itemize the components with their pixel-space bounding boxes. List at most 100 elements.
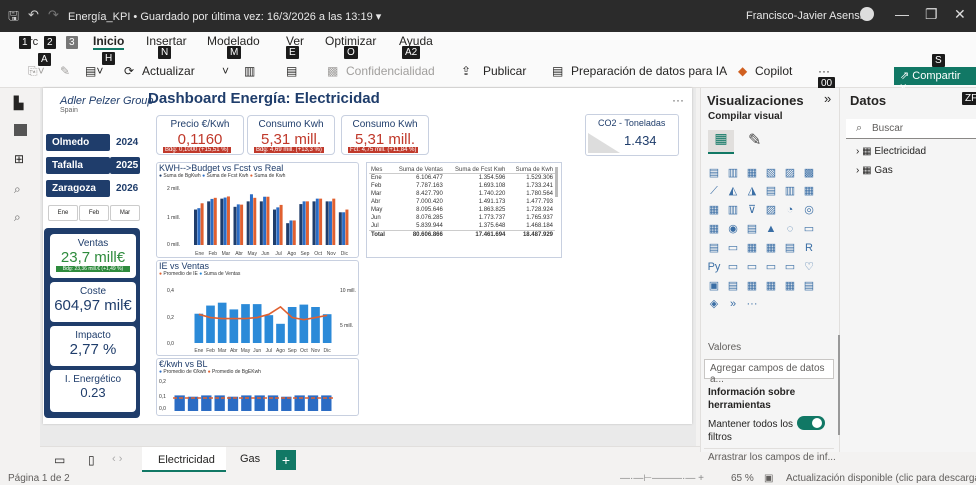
visual-type-icon[interactable]: ⊽ <box>744 203 760 217</box>
visual-type-icon[interactable]: ◈ <box>706 297 722 311</box>
visual-more-button[interactable]: ··· <box>672 93 684 107</box>
visual-type-icon[interactable]: ▣ <box>706 279 722 293</box>
data-source-icon[interactable]: ▤˅ <box>85 64 103 78</box>
publish-icon[interactable]: ⇪ <box>461 64 471 78</box>
visual-type-icon[interactable]: ▧ <box>763 166 779 180</box>
datos-search-input[interactable]: ⌕ Buscar <box>846 119 976 139</box>
visual-type-icon[interactable]: ▤ <box>706 166 722 180</box>
visual-type-icon[interactable]: ▥ <box>725 203 741 217</box>
user-name[interactable]: Francisco-Javier Asensio <box>746 10 868 22</box>
visual-type-icon[interactable]: ▦ <box>706 203 722 217</box>
visual-icon[interactable]: ▥ <box>244 64 255 78</box>
copilot-button[interactable]: Copilot <box>755 64 792 78</box>
visual-type-icon[interactable]: ▭ <box>801 222 817 236</box>
visual-type-icon[interactable]: ▤ <box>763 184 779 198</box>
monthly-table[interactable]: Mes Suma de Ventas Suma de Fcst Kwh Suma de… <box>366 162 562 258</box>
model-view-icon[interactable]: ⊞ <box>14 152 27 166</box>
fit-page-icon[interactable]: ▣ <box>764 473 773 484</box>
table-gas[interactable]: › ▦ Gas <box>856 165 893 176</box>
visual-type-icon[interactable]: ▦ <box>744 241 760 255</box>
chart-eurkwh-panel[interactable]: €/kwh vs BL ● Promedio de €/kwh ● Promed… <box>156 358 359 416</box>
slicer-2025[interactable]: 2025 <box>110 157 140 174</box>
zoom-slider[interactable]: —·—⊢———·— + <box>620 473 704 484</box>
mobile-layout-icon[interactable]: ▯ <box>88 453 95 467</box>
avatar[interactable] <box>860 7 874 21</box>
slicer-2026[interactable]: 2026 <box>110 180 140 197</box>
undo-icon[interactable]: ↶ <box>28 7 39 23</box>
visual-type-icon[interactable]: ◎ <box>801 203 817 217</box>
prev-page-icon[interactable]: ‹ › <box>112 453 122 465</box>
copilot-icon[interactable]: ◆ <box>738 64 747 78</box>
visual-type-icon[interactable]: ▤ <box>706 241 722 255</box>
visual-type-icon[interactable]: ▭ <box>763 260 779 274</box>
visual-type-icon[interactable]: ▥ <box>725 166 741 180</box>
month-chip-ene[interactable]: Ene <box>48 205 78 221</box>
share-button[interactable]: ⇗ Compartir ˅ <box>894 67 976 94</box>
slicer-2024[interactable]: 2024 <box>110 134 140 151</box>
visual-type-icon[interactable]: ♡ <box>801 260 817 274</box>
refresh-icon[interactable]: ⟳ <box>124 64 134 78</box>
arrastrar-campos-well[interactable]: Arrastrar los campos de inf... <box>708 452 836 463</box>
visual-type-icon[interactable]: ▤ <box>725 279 741 293</box>
kpi-ventas[interactable]: Ventas 23,7 mill€ Bdg: 23,36 mill.€ (+1,… <box>50 234 136 278</box>
visual-type-icon[interactable]: ▦ <box>744 166 760 180</box>
tmdl-view-icon[interactable]: ⌕ <box>14 210 27 224</box>
tab-inicio[interactable]: Inicio <box>93 34 125 50</box>
visual-type-icon[interactable]: ▨ <box>782 166 798 180</box>
visual-type-icon[interactable]: ◉ <box>725 222 741 236</box>
format-painter-icon[interactable]: ✎ <box>60 64 70 78</box>
document-title[interactable]: Energía_KPI • Guardado por última vez: 1… <box>68 10 381 23</box>
more-options-button[interactable]: ··· <box>818 64 830 78</box>
slicer-zaragoza[interactable]: Zaragoza <box>46 180 110 197</box>
card-precio[interactable]: Precio €/Kwh 0,1160 Bdg: 0,1000 (+15,51 … <box>156 115 244 155</box>
visual-type-icon[interactable]: ◮ <box>744 184 760 198</box>
visual-type-icon[interactable]: ▥ <box>782 184 798 198</box>
visual-type-icon[interactable]: ▤ <box>801 279 817 293</box>
visual-type-icon[interactable]: ▦ <box>706 222 722 236</box>
zoom-level[interactable]: 65 % <box>731 473 754 484</box>
visual-type-icon[interactable]: R <box>801 242 817 256</box>
kpi-impacto[interactable]: Impacto 2,77 % <box>50 326 136 366</box>
visual-type-icon[interactable]: ▲ <box>763 223 779 237</box>
visual-type-icon[interactable]: ▤ <box>744 222 760 236</box>
actualizar-button[interactable]: Actualizar <box>142 64 195 78</box>
desktop-layout-icon[interactable]: ▭ <box>54 453 65 467</box>
table-electricidad[interactable]: › ▦ Electricidad <box>856 146 926 157</box>
preparacion-ia-button[interactable]: Preparación de datos para IA <box>571 64 727 78</box>
kpi-ienergetico[interactable]: I. Energético 0.23 <box>50 370 136 412</box>
tab-gas[interactable]: Gas <box>240 453 260 465</box>
format-visual-icon[interactable]: ✎ <box>748 130 761 150</box>
month-chip-feb[interactable]: Feb <box>79 205 109 221</box>
visual-type-icon[interactable]: ⟋ <box>706 185 722 199</box>
visual-type-icon[interactable]: ◔ <box>782 204 798 218</box>
data-prep-icon[interactable]: ▤ <box>552 64 563 78</box>
visual-type-icon[interactable]: ▭ <box>782 260 798 274</box>
redo-icon[interactable]: ↷ <box>48 7 59 23</box>
visual-type-icon[interactable]: ▨ <box>763 203 779 217</box>
agregar-campos-well[interactable]: Agregar campos de datos a... <box>704 359 834 385</box>
text-box-icon[interactable]: ▤ <box>286 64 297 78</box>
visual-type-icon[interactable]: ▦ <box>782 279 798 293</box>
tab-electricidad[interactable]: Electricidad <box>142 447 226 473</box>
visual-type-icon[interactable]: ▦ <box>744 279 760 293</box>
card-consumo-fct[interactable]: Consumo Kwh 5,31 mill. Fct: 4,75 mill. (… <box>341 115 429 155</box>
save-icon[interactable]: 🖫 <box>8 7 19 29</box>
card-co2[interactable]: CO2 - Toneladas 1.434 <box>585 114 679 156</box>
table-header[interactable]: Suma de Fcst Kwh <box>444 167 508 174</box>
visual-type-icon[interactable]: ··· <box>744 298 760 312</box>
visual-type-icon[interactable]: ▦ <box>801 184 817 198</box>
chart-ie-panel[interactable]: IE vs Ventas ● Promedio de IE ● Suma de … <box>156 260 359 356</box>
maximize-icon[interactable]: ❐ <box>925 6 938 23</box>
month-chip-mar[interactable]: Mar <box>110 205 140 221</box>
mantener-filtros-toggle[interactable] <box>797 416 825 430</box>
visual-type-icon[interactable]: ◭ <box>725 184 741 198</box>
kpi-coste[interactable]: Coste 604,97 mil€ <box>50 282 136 322</box>
visual-type-icon[interactable]: ▭ <box>725 241 741 255</box>
tab-rc[interactable]: rc <box>29 36 38 48</box>
table-scrollbar[interactable] <box>555 167 558 197</box>
close-icon[interactable]: ✕ <box>954 6 966 23</box>
visual-type-icon[interactable]: ◌ <box>782 223 798 237</box>
visual-type-icon[interactable]: ▭ <box>744 260 760 274</box>
publicar-button[interactable]: Publicar <box>483 64 526 78</box>
visual-type-icon[interactable]: ▭ <box>725 260 741 274</box>
